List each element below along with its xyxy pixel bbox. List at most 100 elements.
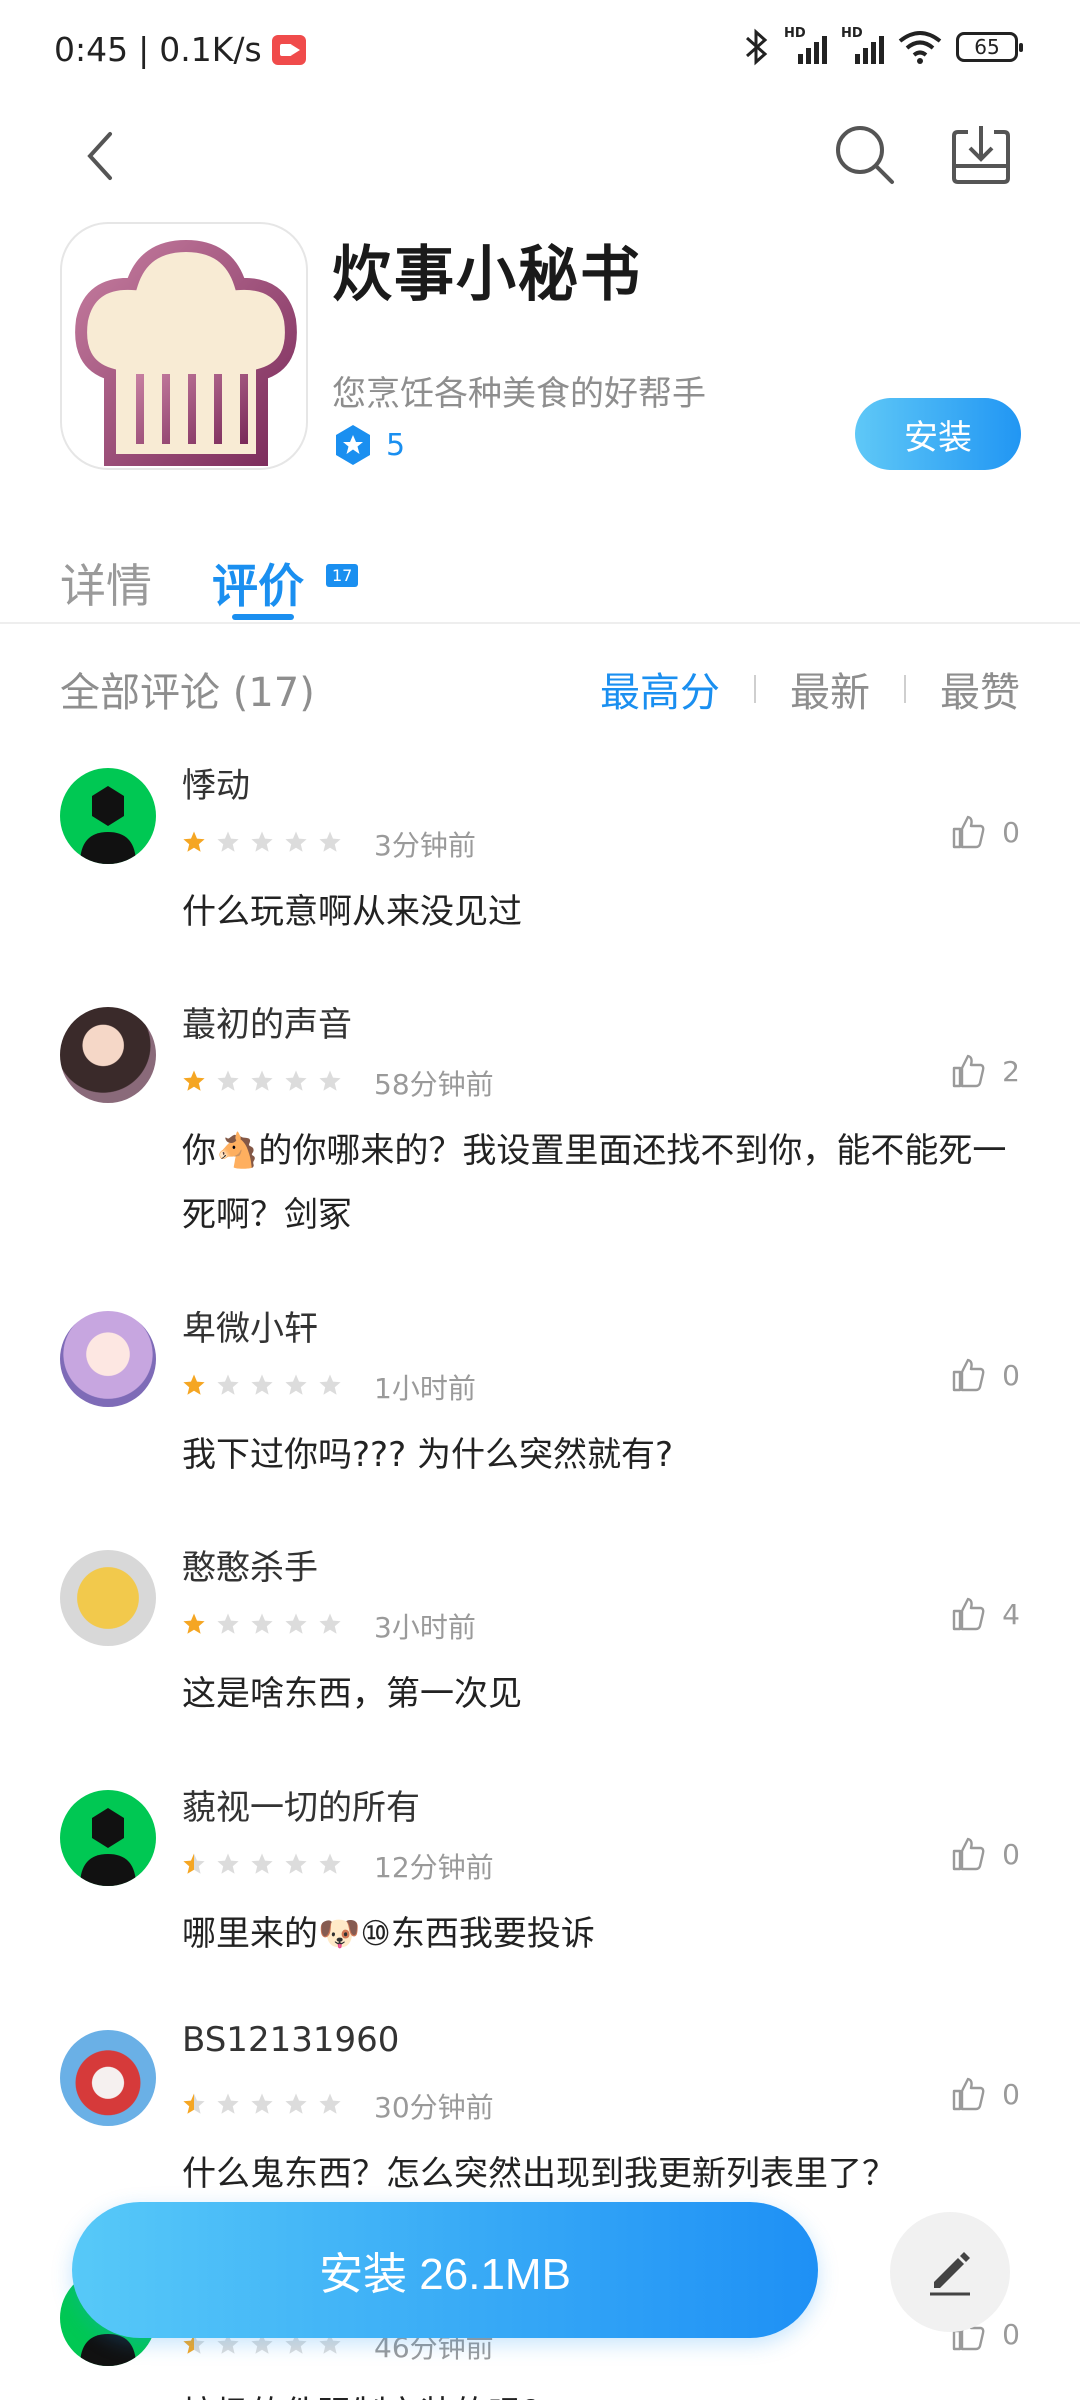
avatar[interactable] bbox=[60, 1790, 156, 1886]
review-text: 垃圾软件强制安装的吗？ bbox=[182, 2382, 1012, 2400]
reviewer-name: 蕞初的声音 bbox=[182, 1005, 352, 1045]
sort-most-liked[interactable]: 最赞 bbox=[940, 660, 1020, 718]
star-icon bbox=[285, 1374, 307, 1395]
all-comments-label: 全部评论 (17) bbox=[60, 670, 315, 716]
download-manager-button[interactable] bbox=[950, 122, 1012, 186]
star-icon bbox=[319, 1613, 341, 1634]
star-icon bbox=[217, 1613, 239, 1634]
like-count: 0 bbox=[1002, 2317, 1020, 2351]
search-icon bbox=[836, 126, 894, 184]
review-time: 3小时前 bbox=[374, 1611, 476, 1644]
thumbs-up-icon bbox=[952, 815, 985, 849]
reviewer-name: 憨憨杀手 bbox=[182, 1548, 318, 1588]
star-rating bbox=[182, 2092, 342, 2116]
star-icon bbox=[285, 831, 307, 852]
back-arrow-icon bbox=[87, 132, 112, 180]
thumbs-up-icon bbox=[952, 1054, 985, 1088]
thumbs-up-icon bbox=[952, 1358, 985, 1392]
battery-level: 65 bbox=[974, 35, 1000, 59]
like-button[interactable]: 0 bbox=[950, 1357, 1020, 1393]
app-description: 您烹饪各种美食的好帮手 bbox=[332, 374, 706, 414]
review-filter-row: 全部评论 (17) 最高分 最新 最赞 bbox=[0, 660, 1080, 720]
star-rating bbox=[182, 1852, 342, 1876]
star-icon bbox=[285, 1613, 307, 1634]
star-icon bbox=[183, 2093, 205, 2114]
review-time: 30分钟前 bbox=[374, 2091, 494, 2124]
like-count: 0 bbox=[1002, 1837, 1020, 1871]
avatar[interactable] bbox=[60, 2030, 156, 2126]
star-icon bbox=[285, 2093, 307, 2114]
like-button[interactable]: 0 bbox=[950, 1836, 1020, 1872]
star-icon bbox=[183, 1374, 205, 1395]
star-rating bbox=[182, 1612, 342, 1636]
install-button[interactable]: 安装 bbox=[855, 398, 1021, 470]
star-icon bbox=[251, 2093, 273, 2114]
star-icon bbox=[285, 1853, 307, 1874]
star-icon bbox=[183, 1070, 205, 1091]
avatar[interactable] bbox=[60, 1550, 156, 1646]
write-review-button[interactable] bbox=[890, 2212, 1010, 2332]
star-icon bbox=[217, 2093, 239, 2114]
sort-newest[interactable]: 最新 bbox=[790, 660, 870, 718]
signal-sim2-icon: HD bbox=[841, 26, 884, 64]
star-icon bbox=[251, 1070, 273, 1091]
thumbs-up-icon bbox=[952, 2077, 985, 2111]
star-icon bbox=[217, 1070, 239, 1091]
review-time: 3分钟前 bbox=[374, 829, 476, 862]
star-rating bbox=[182, 830, 342, 854]
screen-record-icon bbox=[271, 34, 306, 65]
pen-write-icon bbox=[930, 2252, 970, 2296]
like-button[interactable]: 0 bbox=[950, 814, 1020, 850]
star-icon bbox=[319, 2093, 341, 2114]
tab-active-indicator bbox=[232, 614, 294, 620]
avatar[interactable] bbox=[60, 1311, 156, 1407]
star-icon bbox=[285, 1070, 307, 1091]
rating-value: 5 bbox=[386, 427, 406, 463]
back-button[interactable] bbox=[78, 128, 128, 184]
tab-reviews[interactable]: 评价 bbox=[212, 550, 304, 616]
star-icon bbox=[319, 1070, 341, 1091]
star-icon bbox=[183, 1853, 205, 1874]
star-icon bbox=[217, 1853, 239, 1874]
avatar[interactable] bbox=[60, 768, 156, 864]
star-icon bbox=[319, 1853, 341, 1874]
review-item: 卑微小轩 1小时前 0 我下过你吗??? 为什么突然就有? bbox=[0, 1309, 1080, 1531]
star-icon bbox=[217, 831, 239, 852]
review-time: 58分钟前 bbox=[374, 1068, 494, 1101]
search-button[interactable] bbox=[832, 122, 896, 186]
status-separator: | bbox=[138, 30, 150, 69]
rating-badge-icon bbox=[336, 425, 370, 465]
review-text: 哪里来的🐶⑩东西我要投诉 bbox=[182, 1914, 595, 1954]
wifi-icon bbox=[898, 31, 942, 64]
review-time: 12分钟前 bbox=[374, 1851, 494, 1884]
bottom-install-button[interactable]: 安装 26.1MB bbox=[72, 2202, 818, 2338]
review-item: 悸动 3分钟前 0 什么玩意啊从来没见过 bbox=[0, 766, 1080, 988]
star-icon bbox=[217, 1374, 239, 1395]
reviewer-name: 卑微小轩 bbox=[182, 1309, 318, 1349]
battery-icon: 65 bbox=[956, 32, 1023, 62]
sort-highest-score[interactable]: 最高分 bbox=[600, 660, 720, 718]
download-icon bbox=[952, 126, 1010, 184]
review-time: 1小时前 bbox=[374, 1372, 476, 1405]
star-rating bbox=[182, 1373, 342, 1397]
chef-hat-icon bbox=[75, 239, 297, 466]
star-icon bbox=[251, 1374, 273, 1395]
review-text: 什么鬼东西？怎么突然出现到我更新列表里了？ bbox=[182, 2154, 896, 2194]
like-count: 0 bbox=[1002, 2077, 1020, 2111]
star-icon bbox=[251, 1853, 273, 1874]
sort-divider bbox=[754, 675, 756, 703]
like-button[interactable]: 0 bbox=[950, 2076, 1020, 2112]
star-icon bbox=[251, 1613, 273, 1634]
like-button[interactable]: 4 bbox=[950, 1596, 1020, 1632]
like-button[interactable]: 2 bbox=[950, 1053, 1020, 1089]
like-count: 2 bbox=[1002, 1054, 1020, 1088]
tab-details[interactable]: 详情 bbox=[60, 550, 152, 616]
reviewer-name: 悸动 bbox=[182, 766, 250, 806]
status-bar: 0:45 | 0.1K/s HD HD 65 bbox=[0, 0, 1080, 100]
status-net-speed: 0.1K/s bbox=[159, 30, 262, 69]
avatar[interactable] bbox=[60, 1007, 156, 1103]
status-left: 0:45 | 0.1K/s bbox=[54, 30, 306, 69]
star-icon bbox=[251, 831, 273, 852]
app-title: 炊事小秘书 bbox=[332, 240, 642, 310]
reviewer-name: BS12131960 bbox=[182, 2020, 400, 2060]
